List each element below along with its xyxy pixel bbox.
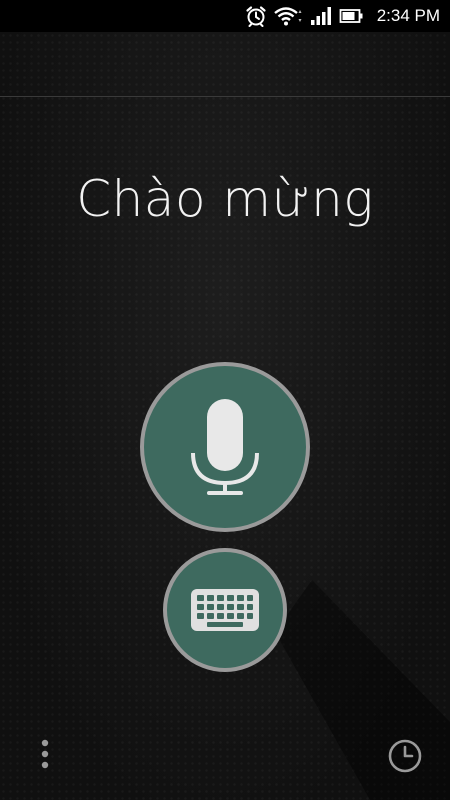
history-button[interactable] [384,735,426,777]
signal-icon [309,0,333,32]
voice-input-button[interactable] [140,362,310,532]
top-divider [0,96,450,97]
welcome-title: Chào mừng [76,170,374,228]
wifi-icon [273,0,303,32]
voice-search-screen: Chào mừng [0,32,450,800]
status-bar: 2:34 PM [0,0,450,32]
battery-icon [339,0,365,32]
clock-icon [388,739,422,773]
more-vertical-icon [41,739,49,769]
alarm-icon [245,0,267,32]
overflow-menu-button[interactable] [28,734,62,774]
keyboard-icon [191,589,259,631]
keyboard-input-button[interactable] [163,548,287,672]
clock-time: 2:34 PM [376,6,440,25]
microphone-icon [191,399,259,495]
